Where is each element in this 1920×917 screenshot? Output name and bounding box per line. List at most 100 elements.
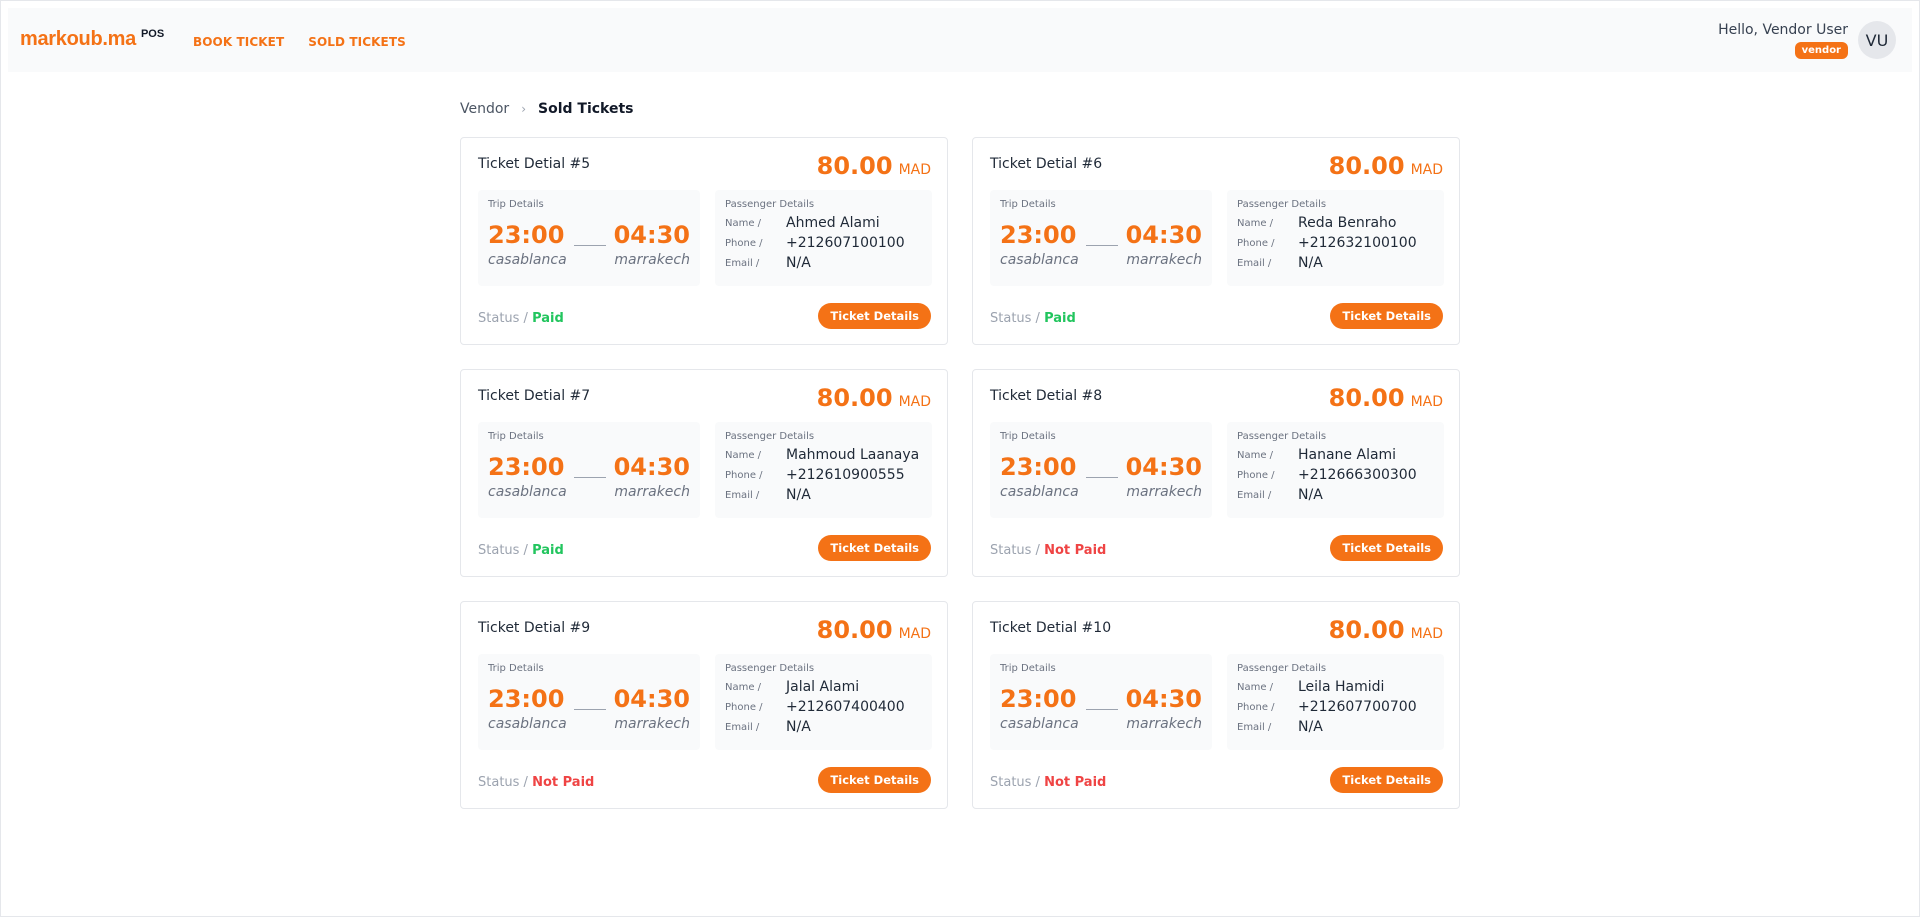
passenger-phone-row: Phone / +212607400400 bbox=[725, 699, 905, 715]
departure-city: casablanca bbox=[488, 716, 567, 732]
ticket-details-button[interactable]: Ticket Details bbox=[818, 535, 931, 561]
status-badge: Paid bbox=[532, 543, 564, 558]
price-amount: 80.00 bbox=[1328, 152, 1405, 180]
passenger-details-panel: Passenger Details Name / Hanane Alami Ph… bbox=[1227, 422, 1444, 518]
status-key: Status / bbox=[478, 775, 528, 790]
ticket-status: Status / Paid bbox=[478, 543, 564, 558]
arrival-city: marrakech bbox=[1126, 716, 1202, 732]
passenger-details-panel: Passenger Details Name / Mahmoud Laanaya… bbox=[715, 422, 932, 518]
nav-book-ticket[interactable]: BOOK TICKET bbox=[193, 35, 284, 49]
departure-time: 23:00 bbox=[488, 685, 565, 713]
status-key: Status / bbox=[990, 543, 1040, 558]
arrival-city: marrakech bbox=[614, 484, 690, 500]
ticket-title: Ticket Detial #8 bbox=[990, 388, 1103, 404]
passenger-name: Jalal Alami bbox=[786, 679, 860, 695]
status-badge: Paid bbox=[1044, 311, 1076, 326]
price-amount: 80.00 bbox=[816, 384, 893, 412]
passenger-email-row: Email / N/A bbox=[1237, 487, 1323, 503]
name-key: Name / bbox=[1237, 217, 1274, 229]
name-key: Name / bbox=[725, 681, 762, 693]
price-amount: 80.00 bbox=[816, 616, 893, 644]
trip-details-panel: Trip Details 23:00 04:30 casablanca marr… bbox=[990, 654, 1212, 750]
passenger-email: N/A bbox=[1298, 255, 1323, 271]
trip-details-label: Trip Details bbox=[488, 431, 544, 442]
ticket-status: Status / Not Paid bbox=[478, 775, 594, 790]
ticket-details-button[interactable]: Ticket Details bbox=[1330, 767, 1443, 793]
passenger-phone: +212607700700 bbox=[1298, 699, 1417, 715]
departure-time: 23:00 bbox=[1000, 221, 1077, 249]
logo-wordmark: markoub.ma bbox=[20, 28, 136, 50]
departure-time: 23:00 bbox=[488, 221, 565, 249]
ticket-card: Ticket Detial #10 80.00 MAD Trip Details… bbox=[972, 601, 1460, 809]
passenger-email: N/A bbox=[1298, 719, 1323, 735]
trip-route-line bbox=[574, 477, 606, 478]
ticket-card: Ticket Detial #7 80.00 MAD Trip Details … bbox=[460, 369, 948, 577]
trip-route-line bbox=[1086, 245, 1118, 246]
trip-details-label: Trip Details bbox=[488, 663, 544, 674]
passenger-details-label: Passenger Details bbox=[725, 663, 815, 674]
logo-pos-badge: POS bbox=[140, 28, 165, 40]
passenger-details-label: Passenger Details bbox=[725, 431, 815, 442]
ticket-details-button[interactable]: Ticket Details bbox=[1330, 303, 1443, 329]
name-key: Name / bbox=[1237, 449, 1274, 461]
passenger-email-row: Email / N/A bbox=[725, 719, 811, 735]
passenger-name-row: Name / Leila Hamidi bbox=[1237, 679, 1384, 695]
passenger-email: N/A bbox=[1298, 487, 1323, 503]
trip-details-panel: Trip Details 23:00 04:30 casablanca marr… bbox=[478, 190, 700, 286]
trip-details-panel: Trip Details 23:00 04:30 casablanca marr… bbox=[990, 422, 1212, 518]
ticket-title: Ticket Detial #9 bbox=[478, 620, 591, 636]
name-key: Name / bbox=[725, 449, 762, 461]
price-currency: MAD bbox=[1410, 162, 1443, 178]
passenger-name-row: Name / Reda Benraho bbox=[1237, 215, 1397, 231]
passenger-phone-row: Phone / +212632100100 bbox=[1237, 235, 1417, 251]
price-amount: 80.00 bbox=[816, 152, 893, 180]
ticket-title: Ticket Detial #7 bbox=[478, 388, 591, 404]
chevron-right-icon: › bbox=[521, 102, 526, 116]
ticket-card: Ticket Detial #5 80.00 MAD Trip Details … bbox=[460, 137, 948, 345]
trip-details-panel: Trip Details 23:00 04:30 casablanca marr… bbox=[478, 422, 700, 518]
user-menu[interactable]: Hello, Vendor User vendor VU bbox=[1718, 21, 1896, 59]
passenger-phone: +212607400400 bbox=[786, 699, 905, 715]
ticket-status: Status / Not Paid bbox=[990, 775, 1106, 790]
avatar[interactable]: VU bbox=[1858, 21, 1896, 59]
status-key: Status / bbox=[990, 775, 1040, 790]
breadcrumb: Vendor › Sold Tickets bbox=[460, 101, 634, 117]
passenger-name-row: Name / Jalal Alami bbox=[725, 679, 859, 695]
passenger-name-row: Name / Hanane Alami bbox=[1237, 447, 1396, 463]
ticket-details-button[interactable]: Ticket Details bbox=[1330, 535, 1443, 561]
ticket-price: 80.00 MAD bbox=[1329, 152, 1443, 180]
nav-sold-tickets[interactable]: SOLD TICKETS bbox=[308, 35, 406, 49]
arrival-time: 04:30 bbox=[1125, 685, 1202, 713]
passenger-phone: +212666300300 bbox=[1298, 467, 1417, 483]
name-key: Name / bbox=[1237, 681, 1274, 693]
ticket-status: Status / Not Paid bbox=[990, 543, 1106, 558]
email-key: Email / bbox=[725, 721, 760, 733]
departure-time: 23:00 bbox=[1000, 453, 1077, 481]
price-amount: 80.00 bbox=[1328, 616, 1405, 644]
departure-city: casablanca bbox=[1000, 252, 1079, 268]
price-currency: MAD bbox=[1410, 626, 1443, 642]
arrival-time: 04:30 bbox=[613, 453, 690, 481]
email-key: Email / bbox=[725, 489, 760, 501]
brand-logo[interactable]: markoub.ma POS bbox=[20, 28, 164, 51]
ticket-price: 80.00 MAD bbox=[817, 152, 931, 180]
price-amount: 80.00 bbox=[1328, 384, 1405, 412]
email-key: Email / bbox=[725, 257, 760, 269]
phone-key: Phone / bbox=[1237, 469, 1275, 481]
ticket-details-button[interactable]: Ticket Details bbox=[818, 303, 931, 329]
main-nav: BOOK TICKET SOLD TICKETS bbox=[193, 35, 406, 49]
ticket-details-button[interactable]: Ticket Details bbox=[818, 767, 931, 793]
departure-city: casablanca bbox=[488, 252, 567, 268]
price-currency: MAD bbox=[1410, 394, 1443, 410]
status-badge: Not Paid bbox=[1044, 775, 1107, 790]
arrival-time: 04:30 bbox=[613, 685, 690, 713]
breadcrumb-vendor[interactable]: Vendor bbox=[460, 101, 509, 117]
status-key: Status / bbox=[990, 311, 1040, 326]
phone-key: Phone / bbox=[725, 701, 763, 713]
passenger-email-row: Email / N/A bbox=[725, 487, 811, 503]
ticket-card: Ticket Detial #9 80.00 MAD Trip Details … bbox=[460, 601, 948, 809]
email-key: Email / bbox=[1237, 489, 1272, 501]
top-navbar: markoub.ma POS BOOK TICKET SOLD TICKETS … bbox=[8, 8, 1912, 72]
passenger-phone-row: Phone / +212607100100 bbox=[725, 235, 905, 251]
passenger-phone: +212607100100 bbox=[786, 235, 905, 251]
